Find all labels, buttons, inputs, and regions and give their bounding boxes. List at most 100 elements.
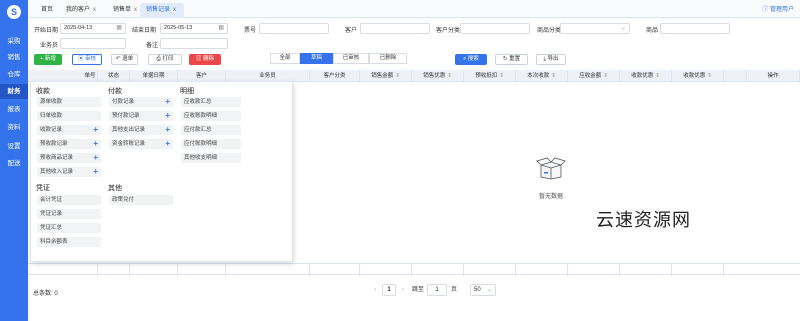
reset-button[interactable]: ↻ 重置 (495, 54, 528, 65)
column-label: 单据日期 (142, 73, 165, 79)
menu-item[interactable]: 归单收款 (37, 111, 101, 121)
column-header-receipt-discount-2[interactable]: 收款优惠 ⇕ (672, 70, 724, 82)
plus-icon[interactable]: + (93, 167, 98, 177)
next-page-icon[interactable]: › (398, 284, 408, 296)
plus-icon[interactable]: + (165, 97, 170, 107)
menu-item[interactable]: 预收商品记录 + (37, 153, 101, 163)
column-header-customer-category[interactable]: 客户分类 (310, 70, 360, 82)
column-header-prepaid-deduction[interactable]: 预收抵扣 ⇕ (464, 70, 516, 82)
menu-item[interactable]: 其他收支明细 (181, 153, 241, 163)
total-value: 0 (54, 291, 58, 297)
sidebar-item-delivery[interactable]: 配送 (0, 156, 28, 171)
return-button[interactable]: ↶ 退单 (111, 54, 138, 65)
customer-input[interactable] (360, 23, 430, 34)
sidebar-item-finance[interactable]: 财务 (0, 84, 28, 99)
trash-icon: ▥ (195, 56, 203, 62)
column-label: 客户分类 (323, 73, 346, 79)
summary-cell (464, 264, 516, 276)
tab-sales-records[interactable]: 销售记录 x (140, 3, 184, 18)
status-tab-deleted[interactable]: 已删除 (369, 53, 407, 64)
status-tab-audited[interactable]: 已审核 (333, 53, 369, 64)
print-button[interactable]: ⎙ 打印 (148, 54, 182, 65)
menu-section-title: 其他 (108, 185, 122, 192)
delete-button[interactable]: ▥ 删除 (189, 54, 221, 65)
menu-item[interactable]: 凭证汇总 (37, 223, 101, 233)
add-button[interactable]: + 新增 (34, 54, 62, 65)
sidebar-item-reports[interactable]: 报表 (0, 102, 28, 117)
sidebar-item-data[interactable]: 资料 (0, 120, 28, 135)
plus-icon[interactable]: + (93, 139, 98, 149)
column-header-receivable[interactable]: 应收金额 ⇕ (568, 70, 620, 82)
menu-item[interactable]: 应收账款明细 (181, 111, 241, 121)
menu-item[interactable]: 应收款汇总 (181, 97, 241, 107)
export-button[interactable]: ⤓ 导出 (536, 54, 566, 65)
column-label: 状态 (107, 73, 119, 79)
status-tab-all[interactable]: 全部 (270, 53, 300, 64)
menu-item[interactable]: 会计凭证 (37, 195, 101, 205)
menu-item[interactable]: 预收款记录 + (37, 139, 101, 149)
menu-item[interactable]: 其他收入记录 + (37, 167, 101, 177)
column-header-sales-amount[interactable]: 销售金额 ⇕ (360, 70, 412, 82)
remark-input[interactable] (160, 38, 228, 49)
sidebar-item-warehouse[interactable]: 仓库 (0, 67, 28, 82)
plus-icon[interactable]: + (93, 153, 98, 163)
customer-label: 客户 (345, 28, 358, 34)
number-input[interactable] (259, 23, 329, 34)
audit-icon: ▣ (77, 56, 85, 62)
close-icon[interactable]: x (93, 7, 96, 13)
status-tab-draft[interactable]: 草稿 (300, 53, 333, 64)
page-size-select[interactable]: 50 ⌄ (470, 284, 496, 296)
column-header-sales-discount[interactable]: 销售优惠 ⇕ (412, 70, 464, 82)
menu-section-title: 明细 (180, 88, 194, 95)
menu-item-label: 预付款记录 (112, 113, 140, 119)
summary-cell (98, 264, 130, 276)
salesperson-label: 业务员 (40, 43, 59, 49)
column-label: 销售金额 (371, 73, 394, 79)
product-input[interactable] (660, 23, 730, 34)
menu-item[interactable]: 源单收款 (37, 97, 101, 107)
audit-button[interactable]: ▣ 审核 (72, 54, 102, 65)
menu-item[interactable]: 付款记录 + (109, 97, 173, 107)
close-icon[interactable]: x (134, 7, 137, 13)
prev-page-icon[interactable]: ‹ (370, 284, 380, 296)
summary-cell (83, 264, 98, 276)
menu-item[interactable]: 政策兑付 (109, 195, 173, 205)
menu-item[interactable]: 凭证记录 (37, 209, 101, 219)
product-category-select[interactable]: ⌄ (560, 23, 630, 34)
start-date-input[interactable]: 2025-04-13 ▦ (60, 23, 126, 34)
close-icon[interactable]: x (173, 7, 176, 13)
column-header-current-receipt[interactable]: 本次收款 ⇕ (516, 70, 568, 82)
total-count: 总条数: 0 (33, 288, 58, 297)
help-link[interactable]: ⓘ 管理用户 (762, 4, 794, 13)
menu-item[interactable]: 预付款记录 + (109, 111, 173, 121)
page-number-current[interactable]: 1 (382, 284, 396, 296)
tab-home[interactable]: 首页 (41, 3, 63, 18)
plus-icon[interactable]: + (93, 125, 98, 135)
menu-item[interactable]: 收款记录 + (37, 125, 101, 135)
sidebar-item-settings[interactable]: 设置 (0, 139, 28, 154)
menu-item[interactable]: 应付账款明细 (181, 139, 241, 149)
plus-icon[interactable]: + (165, 139, 170, 149)
menu-item[interactable]: 科目余额表 (37, 237, 101, 247)
plus-icon[interactable]: + (165, 125, 170, 135)
tab-label: 销售记录 (146, 7, 171, 13)
search-button[interactable]: ⌕ 搜索 (455, 54, 487, 65)
sidebar-item-sales[interactable]: 销售 (0, 50, 28, 65)
number-label: 票号 (244, 28, 257, 34)
column-label: 销售优惠 (423, 73, 446, 79)
menu-item[interactable]: 应付款汇总 (181, 125, 241, 135)
menu-section-title: 收款 (36, 88, 50, 95)
tab-my-customers[interactable]: 我的客户 x (66, 3, 112, 18)
menu-item-label: 应收款汇总 (184, 99, 212, 105)
menu-section-title: 付款 (108, 88, 122, 95)
calendar-icon: ▦ (116, 25, 122, 31)
end-date-input[interactable]: 2025-05-13 ▦ (160, 23, 228, 34)
goto-input[interactable]: 1 (427, 284, 447, 296)
salesperson-input[interactable] (60, 38, 126, 49)
column-header-receipt-discount[interactable]: 收款优惠 ⇕ (620, 70, 672, 82)
menu-item[interactable]: 资金转账记录 + (109, 139, 173, 149)
plus-icon[interactable]: + (165, 111, 170, 121)
menu-item[interactable]: 其他支出记录 + (109, 125, 173, 135)
customer-category-input[interactable] (460, 23, 530, 34)
sidebar-item-purchase[interactable]: 采购 (0, 34, 28, 49)
